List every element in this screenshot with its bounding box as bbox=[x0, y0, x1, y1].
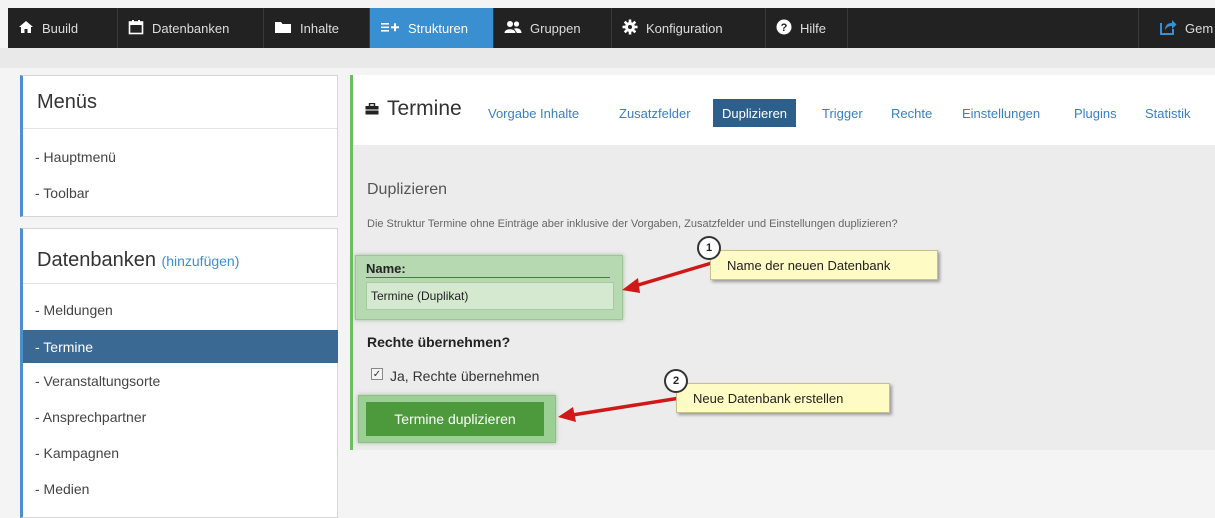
top-navigation-bar: Buuild Datenbanken Inhalte Strukturen Gr… bbox=[8, 8, 1215, 48]
structure-tab-bar: Termine Vorgabe Inhalte Zusatzfelder Dup… bbox=[353, 75, 1215, 145]
database-item-veranstaltungsorte[interactable]: - Veranstaltungsorte bbox=[23, 364, 338, 397]
section-title: Duplizieren bbox=[367, 181, 448, 198]
tab-statistik[interactable]: Statistik bbox=[1145, 99, 1191, 127]
callout-1: Name der neuen Datenbank bbox=[710, 250, 938, 280]
nav-item-share[interactable]: Gem bbox=[1138, 8, 1215, 48]
section-description: Die Struktur Termine ohne Einträge aber … bbox=[367, 218, 898, 230]
nav-item-inhalte[interactable]: Inhalte bbox=[264, 8, 370, 48]
name-field-group: Name: bbox=[355, 255, 623, 320]
database-item-termine[interactable]: - Termine bbox=[23, 330, 338, 363]
menu-item-hauptmenue[interactable]: - Hauptmenü bbox=[23, 140, 338, 173]
nav-item-buuild[interactable]: Buuild bbox=[8, 8, 118, 48]
tab-einstellungen[interactable]: Einstellungen bbox=[962, 99, 1040, 127]
page-title: Termine bbox=[387, 97, 462, 120]
add-database-link[interactable]: (hinzufügen) bbox=[162, 253, 240, 269]
divider bbox=[23, 283, 338, 284]
tab-zusatzfelder[interactable]: Zusatzfelder bbox=[619, 99, 691, 127]
tab-trigger[interactable]: Trigger bbox=[822, 99, 863, 127]
duplicate-button[interactable]: Termine duplizieren bbox=[366, 402, 544, 436]
nav-item-hilfe[interactable]: ? Hilfe bbox=[766, 8, 848, 48]
rights-checkbox[interactable]: ✓ bbox=[371, 368, 383, 380]
folder-icon bbox=[274, 20, 292, 37]
calendar-icon bbox=[128, 19, 144, 38]
home-icon bbox=[18, 20, 34, 37]
databases-title: Datenbanken bbox=[37, 249, 156, 271]
menus-panel: Menüs - Hauptmenü - Toolbar bbox=[20, 75, 338, 217]
nav-item-label: Datenbanken bbox=[152, 20, 230, 36]
tab-vorgabe-inhalte[interactable]: Vorgabe Inhalte bbox=[488, 99, 579, 127]
menus-title: Menüs bbox=[37, 91, 98, 113]
nav-item-gruppen[interactable]: Gruppen bbox=[494, 8, 612, 48]
structure-icon bbox=[380, 20, 400, 37]
briefcase-icon bbox=[365, 97, 379, 121]
callout-2-number-badge: 2 bbox=[664, 369, 688, 393]
nav-item-label: Konfiguration bbox=[646, 20, 723, 36]
tab-plugins[interactable]: Plugins bbox=[1074, 99, 1117, 127]
database-item-kampagnen[interactable]: - Kampagnen bbox=[23, 436, 338, 469]
nav-item-konfiguration[interactable]: Konfiguration bbox=[612, 8, 766, 48]
svg-text:?: ? bbox=[781, 22, 788, 34]
databases-title-row: Datenbanken (hinzufügen) bbox=[23, 249, 239, 272]
callout-text: Name der neuen Datenbank bbox=[727, 257, 891, 273]
divider bbox=[23, 128, 337, 129]
nav-item-label: Gem bbox=[1185, 20, 1214, 36]
callout-1-number-badge: 1 bbox=[697, 236, 721, 260]
help-icon: ? bbox=[776, 19, 792, 38]
databases-panel: Datenbanken (hinzufügen) - Meldungen - T… bbox=[20, 228, 338, 518]
nav-item-datenbanken[interactable]: Datenbanken bbox=[118, 8, 264, 48]
toolbar-strip bbox=[0, 48, 1215, 68]
share-icon bbox=[1159, 19, 1177, 38]
structure-heading: Termine bbox=[365, 97, 462, 121]
gear-icon bbox=[622, 19, 638, 38]
nav-item-label: Hilfe bbox=[800, 20, 827, 36]
users-icon bbox=[504, 20, 522, 37]
database-item-ansprechpartner[interactable]: - Ansprechpartner bbox=[23, 400, 338, 433]
tab-duplizieren[interactable]: Duplizieren bbox=[713, 99, 797, 127]
rights-title: Rechte übernehmen? bbox=[367, 334, 511, 350]
name-underline bbox=[366, 277, 610, 278]
callout-text: Neue Datenbank erstellen bbox=[693, 390, 844, 406]
nav-item-label: Buuild bbox=[42, 20, 79, 36]
database-item-medien[interactable]: - Medien bbox=[23, 472, 338, 505]
nav-item-label: Strukturen bbox=[408, 20, 468, 36]
nav-item-label: Gruppen bbox=[530, 20, 581, 36]
nav-item-label: Inhalte bbox=[300, 20, 340, 36]
name-label: Name: bbox=[366, 261, 406, 276]
duplicate-button-highlight: Termine duplizieren bbox=[358, 395, 556, 443]
menu-item-toolbar[interactable]: - Toolbar bbox=[23, 176, 338, 209]
tab-rechte[interactable]: Rechte bbox=[891, 99, 932, 127]
callout-2: Neue Datenbank erstellen bbox=[676, 383, 890, 413]
name-input[interactable] bbox=[366, 282, 614, 310]
rights-checkbox-label[interactable]: Ja, Rechte übernehmen bbox=[390, 368, 539, 384]
nav-item-strukturen[interactable]: Strukturen bbox=[370, 8, 494, 48]
database-item-meldungen[interactable]: - Meldungen bbox=[23, 293, 338, 326]
